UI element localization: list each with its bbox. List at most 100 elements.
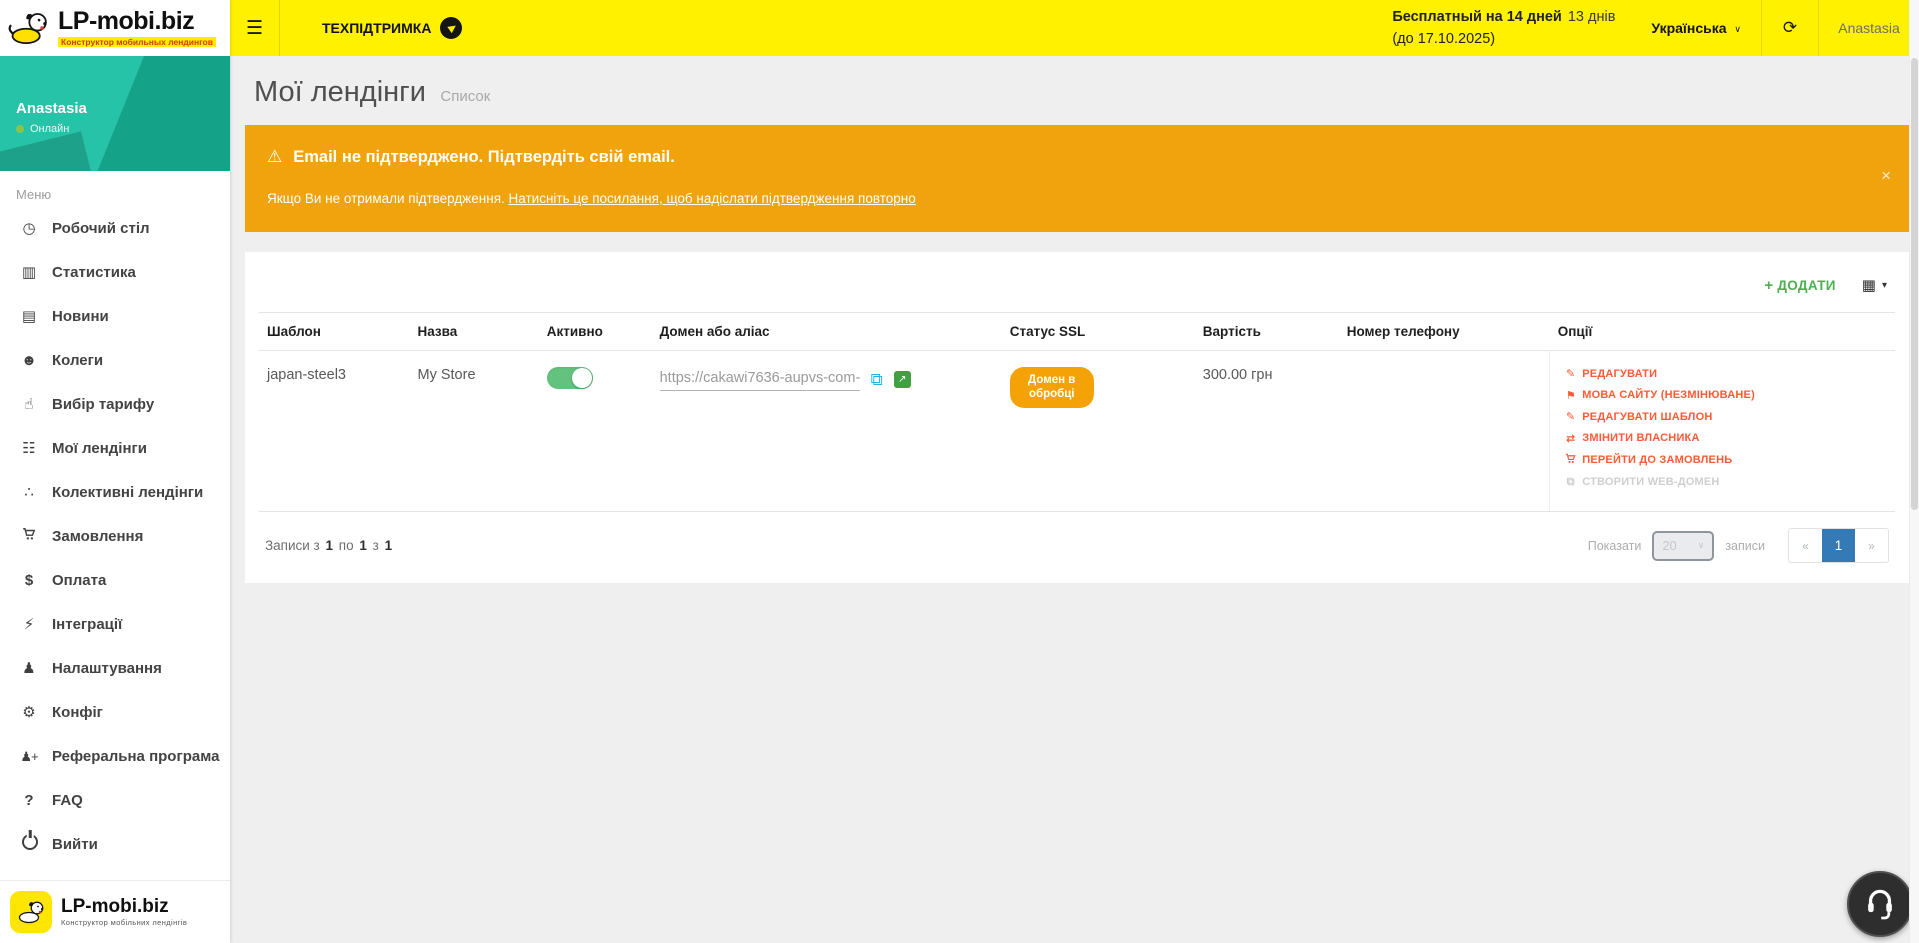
show-label: Показати (1588, 539, 1642, 553)
refresh-button[interactable]: ⟳ (1762, 0, 1818, 56)
ssl-status-badge: Домен в обробці (1010, 367, 1094, 408)
scrollbar-track[interactable] (1909, 0, 1919, 943)
menu-toggle-button[interactable]: ☰ (230, 0, 280, 56)
column-header-domain: Домен або аліас (652, 313, 1002, 351)
site-language-option-link[interactable]: МОВА САЙТУ (НЕЗМІНЮВАНЕ) (1564, 389, 1887, 402)
cell-template: japan-steel3 (259, 351, 410, 512)
cell-options: РЕДАГУВАТИ МОВА САЙТУ (НЕЗМІНЮВАНЕ) РЕДА… (1550, 351, 1895, 512)
page-subtitle: Список (440, 88, 490, 105)
sidebar-item-faq[interactable]: FAQ (0, 778, 230, 822)
sidebar-item-label: Налаштування (52, 660, 162, 677)
sidebar-item-config[interactable]: Конфіг (0, 690, 230, 734)
sidebar-item-tariff[interactable]: Вибір тарифу (0, 382, 230, 426)
edit-icon (1564, 367, 1577, 380)
topbar-username[interactable]: Anastasia (1819, 0, 1919, 56)
open-external-icon[interactable]: ↗ (894, 371, 911, 388)
telegram-icon[interactable]: ▶ (440, 17, 462, 39)
sidebar-item-label: Вийти (52, 836, 98, 853)
page-content: Мої лендінги Список ⚠ Email не підтвердж… (230, 56, 1919, 943)
sidebar-item-settings[interactable]: Налаштування (0, 646, 230, 690)
sidebar-item-label: Статистика (52, 264, 136, 281)
records-summary: Записи з 1 по 1 з 1 (265, 538, 394, 553)
cell-name: My Store (410, 351, 539, 512)
close-icon[interactable]: × (1881, 167, 1891, 184)
payment-icon (19, 572, 39, 589)
sidebar-item-integrations[interactable]: Інтеграції (0, 602, 230, 646)
tech-support-label: ТЕХПІДТРИМКА (322, 20, 431, 36)
add-landing-label: ДОДАТИ (1777, 278, 1835, 293)
chevron-down-icon: ∨ (1734, 24, 1741, 34)
sidebar-item-news[interactable]: Новини (0, 294, 230, 338)
copy-icon[interactable]: ⧉ (871, 371, 883, 388)
records-text: Записи з (265, 538, 320, 553)
footer-logo[interactable]: LP-mobi.biz Конструктор мобільних лендін… (0, 880, 230, 943)
option-label: РЕДАГУВАТИ ШАБЛОН (1582, 411, 1712, 423)
columns-toggle-button[interactable]: ▦▾ (1862, 276, 1887, 294)
sidebar-item-label: Робочий стіл (52, 220, 150, 237)
page-size-select[interactable]: 20 ∨ (1652, 531, 1714, 561)
scrollbar-thumb[interactable] (1911, 58, 1918, 510)
alert-title: Email не підтверджено. Підтвердіть свій … (293, 148, 675, 167)
column-header-phone: Номер телефону (1339, 313, 1550, 351)
topbar-username-label: Anastasia (1838, 20, 1899, 36)
app-root: LP-mobi.biz Конструктор мобильных лендин… (0, 0, 1919, 943)
cart-icon (1564, 453, 1577, 467)
plus-icon: + (1764, 277, 1773, 294)
sidebar-user-card: Anastasia Онлайн (0, 56, 230, 171)
option-label: СТВОРИТИ WEB-ДОМЕН (1582, 476, 1719, 488)
option-label: ПЕРЕЙТИ ДО ЗАМОВЛЕНЬ (1582, 454, 1732, 466)
sidebar-item-collective-landings[interactable]: Колективні лендінги (0, 470, 230, 514)
active-toggle[interactable] (547, 367, 593, 389)
sidebar-item-label: Колективні лендінги (52, 484, 203, 501)
option-label: ЗМІНИТИ ВЛАСНИКА (1582, 432, 1699, 444)
trial-until-date: (до 17.10.2025) (1392, 31, 1495, 47)
edit-template-icon (1564, 410, 1577, 423)
page-1-button[interactable]: 1 (1822, 529, 1855, 562)
sidebar-item-colleagues[interactable]: Колеги (0, 338, 230, 382)
alert-body-text: Якщо Ви не отримали підтвердження. (267, 191, 509, 206)
change-owner-option-link[interactable]: ЗМІНИТИ ВЛАСНИКА (1564, 432, 1887, 445)
chat-widget-button[interactable] (1847, 871, 1913, 937)
pager: « 1 » (1788, 528, 1889, 563)
alert-title-row: ⚠ Email не підтверджено. Підтвердіть сві… (267, 147, 1887, 167)
sidebar-item-orders[interactable]: Замовлення (0, 514, 230, 558)
headset-icon (1864, 887, 1896, 921)
column-header-name: Назва (410, 313, 539, 351)
sidebar-item-logout[interactable]: Вийти (0, 822, 230, 866)
brand-name: LP-mobi.biz (58, 9, 216, 34)
collective-landings-icon (19, 483, 39, 501)
edit-template-option-link[interactable]: РЕДАГУВАТИ ШАБЛОН (1564, 410, 1887, 423)
sidebar-item-my-landings[interactable]: Мої лендінги (0, 426, 230, 470)
prev-page-button[interactable]: « (1789, 529, 1822, 562)
trial-plan-name: Бесплатный на 14 дней (1392, 9, 1562, 25)
menu-section-label: Меню (0, 187, 230, 206)
sidebar-item-referral[interactable]: Реферальна програма (0, 734, 230, 778)
sidebar-item-label: Мої лендінги (52, 440, 147, 457)
edit-option-link[interactable]: РЕДАГУВАТИ (1564, 367, 1887, 380)
column-header-template: Шаблон (259, 313, 410, 351)
domain-alias-input[interactable] (660, 367, 860, 391)
sidebar-user-status: Онлайн (16, 123, 230, 135)
resend-confirmation-link[interactable]: Натисніть це посилання, щоб надіслати пі… (509, 191, 916, 206)
create-web-domain-option-link: СТВОРИТИ WEB-ДОМЕН (1564, 476, 1887, 489)
go-to-orders-option-link[interactable]: ПЕРЕЙТИ ДО ЗАМОВЛЕНЬ (1564, 453, 1887, 467)
sidebar-item-label: Конфіг (52, 704, 103, 721)
page-size-value: 20 (1662, 538, 1676, 553)
next-page-button[interactable]: » (1855, 529, 1888, 562)
stats-icon (19, 263, 39, 281)
sidebar-item-dashboard[interactable]: Робочий стіл (0, 206, 230, 250)
tech-support-link[interactable]: ТЕХПІДТРИМКА ▶ (322, 17, 462, 39)
language-dropdown[interactable]: Українська ∨ (1631, 20, 1761, 36)
sidebar-item-statistics[interactable]: Статистика (0, 250, 230, 294)
email-warning-banner: ⚠ Email не підтверджено. Підтвердіть сві… (245, 125, 1909, 232)
add-landing-button[interactable]: + ДОДАТИ (1764, 277, 1835, 294)
sidebar-menu: Меню Робочий стіл Статистика Новини Коле… (0, 171, 230, 880)
news-icon (19, 307, 39, 325)
sidebar-item-payment[interactable]: Оплата (0, 558, 230, 602)
header-logo[interactable]: LP-mobi.biz Конструктор мобильных лендин… (0, 0, 230, 56)
orders-cart-icon (19, 527, 39, 545)
online-status-label: Онлайн (30, 123, 69, 135)
language-icon (1564, 389, 1577, 402)
cell-domain: ⧉ ↗ (652, 351, 1002, 512)
sidebar-user-name: Anastasia (16, 100, 230, 117)
